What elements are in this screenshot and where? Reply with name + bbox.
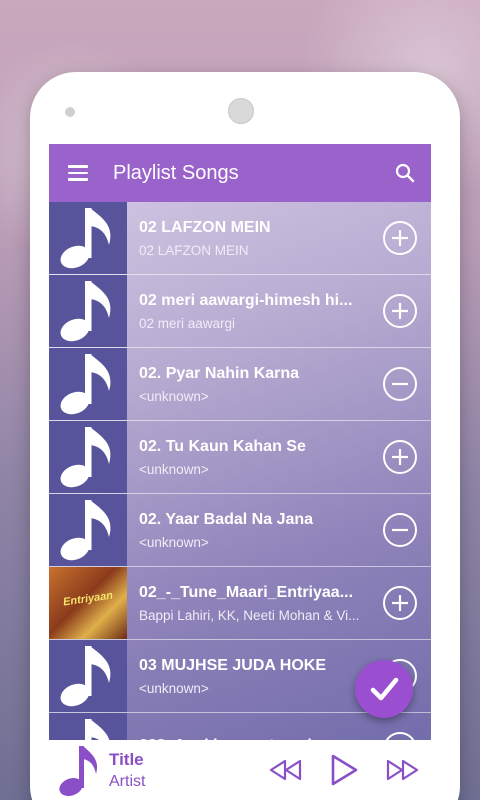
remove-from-playlist-button[interactable] — [383, 367, 417, 401]
song-subtitle: <unknown> — [139, 388, 209, 404]
remove-from-playlist-button[interactable] — [383, 513, 417, 547]
album-art: Entriyaan — [49, 567, 127, 639]
app-bar: Playlist Songs — [49, 144, 431, 202]
list-item[interactable]: 02. Tu Kaun Kahan Se <unknown> — [49, 421, 431, 494]
fast-forward-icon — [386, 759, 419, 781]
song-subtitle: <unknown> — [139, 461, 209, 477]
song-subtitle: <unknown> — [139, 534, 209, 550]
list-item[interactable]: 02 LAFZON MEIN 02 LAFZON MEIN — [49, 202, 431, 275]
mini-player: Title Artist — [49, 740, 431, 800]
page-title: Playlist Songs — [113, 161, 239, 184]
app-screen: Playlist Songs 02 LAFZON MEIN 02 LAFZON M… — [49, 144, 431, 800]
add-to-playlist-button[interactable] — [383, 440, 417, 474]
list-item[interactable]: 02. Yaar Badal Na Jana <unknown> — [49, 494, 431, 567]
song-subtitle: 02 LAFZON MEIN — [139, 242, 249, 258]
list-item[interactable]: 02 meri aawargi-himesh hi... 02 meri aawa… — [49, 275, 431, 348]
song-title: 02 LAFZON MEIN — [139, 218, 271, 236]
song-subtitle: <unknown> — [139, 680, 209, 696]
song-title: 02. Pyar Nahin Karna — [139, 364, 300, 382]
player-artist: Artist — [109, 772, 146, 790]
music-note-icon — [49, 640, 127, 712]
music-note-icon — [49, 275, 127, 347]
hamburger-menu-icon[interactable] — [49, 144, 107, 202]
add-to-playlist-button[interactable] — [383, 586, 417, 620]
search-icon[interactable] — [379, 144, 431, 202]
play-button[interactable] — [315, 740, 373, 800]
song-subtitle: 02 meri aawargi — [139, 315, 236, 331]
rewind-icon — [269, 759, 302, 781]
phone-camera — [228, 98, 254, 124]
song-title: 02 meri aawargi-himesh hi... — [139, 291, 353, 309]
add-to-playlist-button[interactable] — [383, 221, 417, 255]
song-title: 03 MUJHSE JUDA HOKE — [139, 656, 327, 674]
confirm-fab-button[interactable] — [355, 660, 413, 718]
rewind-button[interactable] — [257, 740, 315, 800]
play-icon — [331, 754, 358, 786]
song-title: 02_-_Tune_Maari_Entriyaa... — [139, 583, 354, 601]
add-to-playlist-button[interactable] — [383, 294, 417, 328]
phone-sensor — [65, 107, 75, 117]
fast-forward-button[interactable] — [373, 740, 431, 800]
player-title: Title — [109, 749, 144, 769]
music-note-icon — [49, 494, 127, 566]
checkmark-icon — [370, 677, 399, 701]
list-item[interactable]: 02. Pyar Nahin Karna <unknown> — [49, 348, 431, 421]
music-note-icon — [49, 202, 127, 274]
song-title: 02. Yaar Badal Na Jana — [139, 510, 314, 528]
song-title: 02. Tu Kaun Kahan Se — [139, 437, 306, 455]
list-item[interactable]: Entriyaan 02_-_Tune_Maari_Entriyaa... Bapp… — [49, 567, 431, 640]
music-note-icon — [49, 421, 127, 493]
music-note-icon — [49, 740, 109, 800]
song-subtitle: Bappi Lahiri, KK, Neeti Mohan & Vi... — [139, 607, 360, 623]
music-note-icon — [49, 348, 127, 420]
